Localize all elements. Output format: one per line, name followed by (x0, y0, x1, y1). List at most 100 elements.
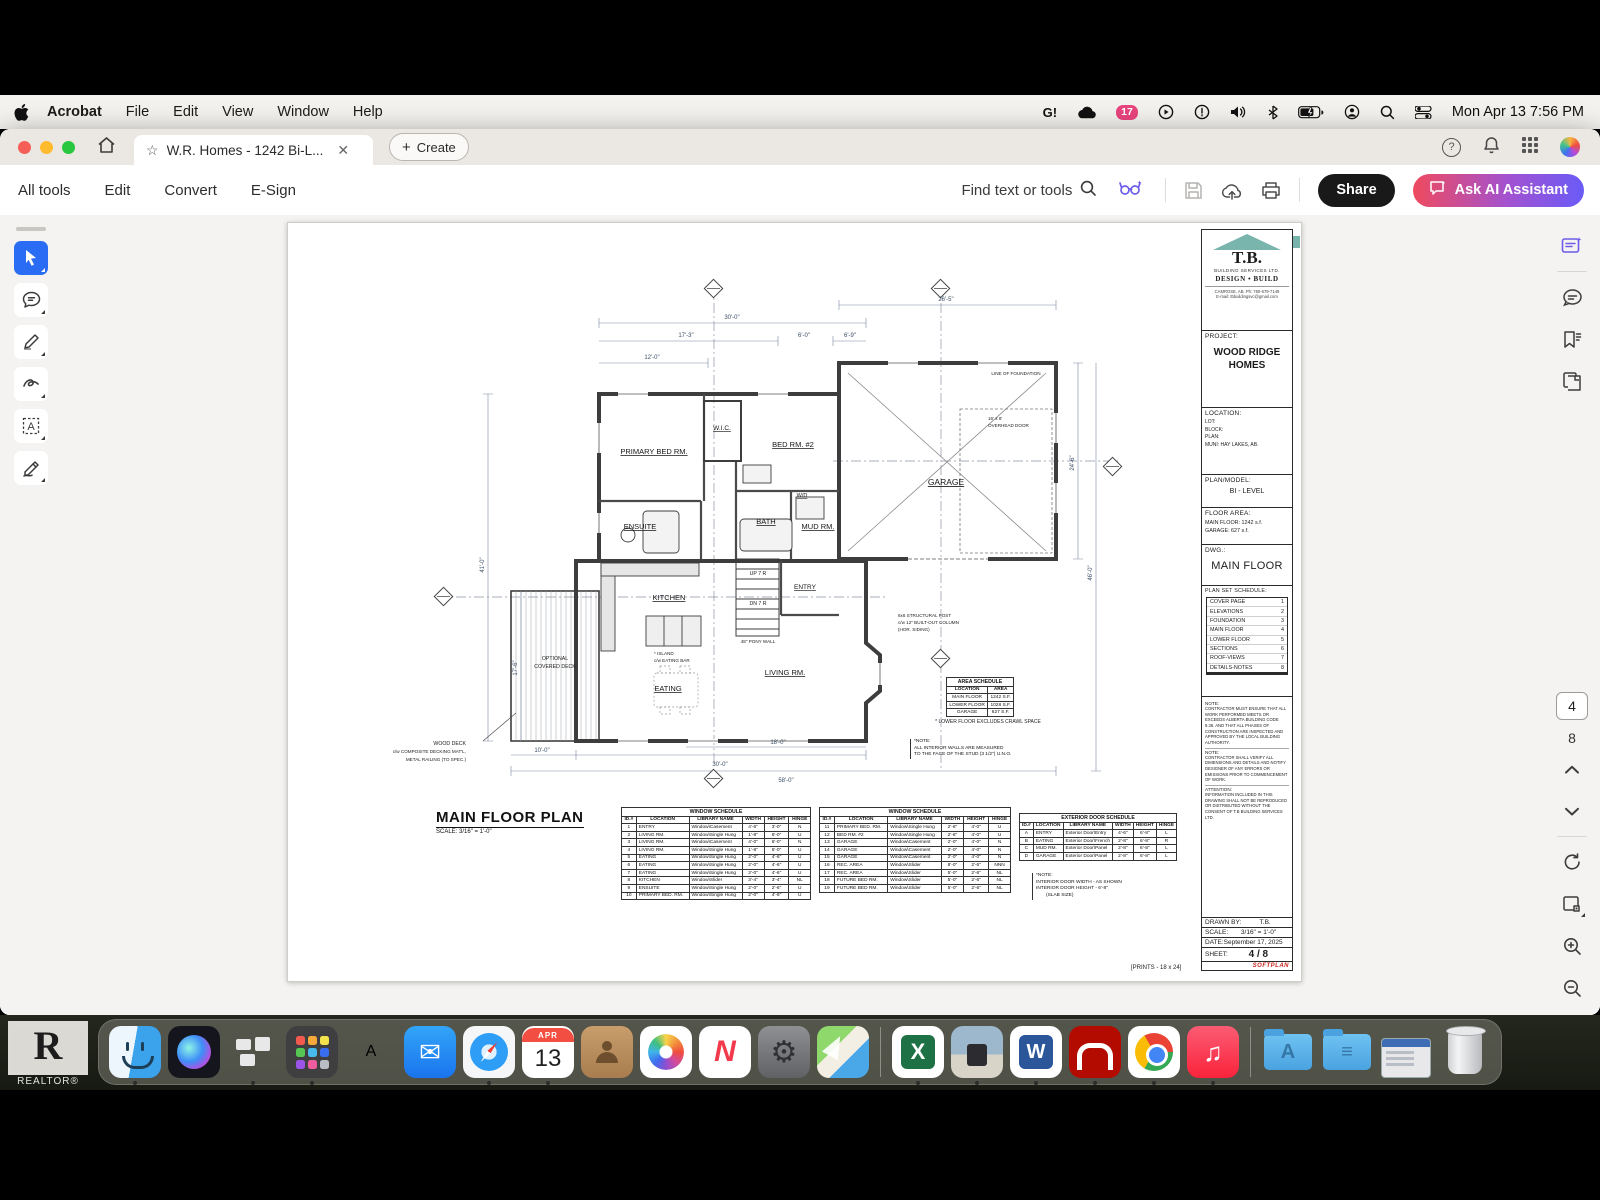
svg-text:OPTIONAL: OPTIONAL (542, 656, 568, 662)
select-text-tool[interactable]: A (14, 409, 48, 443)
maps-dock-icon[interactable] (817, 1026, 869, 1078)
zoom-window-button[interactable] (62, 141, 75, 154)
title-block: T.B. BUILDING SERVICES LTD. DESIGN • BUI… (1201, 229, 1293, 971)
contacts-dock-icon[interactable] (581, 1026, 633, 1078)
star-icon[interactable]: ☆ (146, 142, 159, 159)
home-icon[interactable] (97, 136, 116, 159)
upload-cloud-icon[interactable] (1221, 181, 1243, 200)
document-tab[interactable]: ☆ W.R. Homes - 1242 Bi-L... ✕ (134, 135, 373, 165)
svg-text:6'-0": 6'-0" (798, 333, 810, 339)
comment-tool[interactable] (14, 283, 48, 317)
acrobat-toolbar: All tools Edit Convert E-Sign Find text … (0, 165, 1600, 216)
svg-text:UP 7 R: UP 7 R (750, 571, 767, 577)
ask-ai-assistant-button[interactable]: Ask AI Assistant (1413, 174, 1584, 207)
find-text-box[interactable]: Find text or tools (961, 180, 1097, 201)
control-center-icon[interactable] (1415, 103, 1432, 121)
mission-control-dock-icon[interactable] (227, 1026, 279, 1078)
menu-bar-clock[interactable]: Mon Apr 13 7:56 PM (1452, 104, 1584, 120)
current-page-input[interactable]: 4 (1556, 692, 1588, 720)
room-label-living: LIVING RM. (765, 668, 805, 677)
news-dock-icon[interactable]: N (699, 1026, 751, 1078)
room-label-kitchen: KITCHEN (653, 593, 686, 602)
excel-dock-icon[interactable]: X (892, 1026, 944, 1078)
window-schedule-1: WINDOW SCHEDULEID.#LOCATIONLIBRARY NAMEW… (621, 807, 811, 900)
menu-edit[interactable]: Edit (161, 95, 210, 129)
zoom-out-icon[interactable] (1555, 971, 1589, 1005)
notifications-bell-icon[interactable] (1483, 136, 1500, 159)
fill-sign-tool[interactable] (14, 451, 48, 485)
window-schedule-2: WINDOW SCHEDULEID.#LOCATIONLIBRARY NAMEW… (819, 807, 1011, 893)
spotlight-search-icon[interactable] (1380, 103, 1395, 121)
help-icon[interactable]: ? (1442, 138, 1461, 157)
room-label-wic: W.I.C. (713, 425, 731, 432)
acrobat-dock-icon[interactable] (1069, 1026, 1121, 1078)
user-avatar[interactable] (1560, 137, 1580, 157)
menu-file[interactable]: File (114, 95, 161, 129)
highlight-tool[interactable] (14, 325, 48, 359)
launchpad-dock-icon[interactable] (286, 1026, 338, 1078)
company-logo: T.B. BUILDING SERVICES LTD. DESIGN • BUI… (1202, 230, 1292, 331)
zoom-in-icon[interactable] (1555, 929, 1589, 963)
badge-17-icon[interactable]: 17 (1116, 105, 1138, 120)
plus-icon: + (402, 139, 411, 156)
menu-app-name[interactable]: Acrobat (35, 95, 114, 129)
trash-dock-icon[interactable] (1439, 1026, 1491, 1078)
bookmarks-panel-icon[interactable] (1555, 322, 1589, 356)
play-status-icon[interactable] (1158, 103, 1174, 121)
apple-menu-icon[interactable] (14, 103, 29, 121)
photos-dock-icon[interactable] (640, 1026, 692, 1078)
ai-assistant-panel-icon[interactable] (1555, 229, 1589, 263)
battery-icon[interactable] (1298, 103, 1324, 121)
previous-page-icon[interactable] (1555, 752, 1589, 786)
user-account-icon[interactable] (1344, 103, 1360, 121)
cloud-status-icon[interactable] (1077, 103, 1096, 121)
folder-apps-dock-icon[interactable]: A (1262, 1026, 1314, 1078)
folder-docs-dock-icon[interactable]: ≡ (1321, 1026, 1373, 1078)
menu-view[interactable]: View (210, 95, 265, 129)
esign-menu[interactable]: E-Sign (251, 182, 296, 199)
close-tab-icon[interactable]: ✕ (337, 142, 349, 159)
create-button[interactable]: + Create (389, 133, 469, 161)
print-icon[interactable] (1261, 181, 1281, 200)
page-view-icon[interactable] (1555, 887, 1589, 921)
comments-panel-icon[interactable] (1555, 280, 1589, 314)
preview-image-dock-icon[interactable] (951, 1026, 1003, 1078)
sheet-number: 4 / 8 (1249, 949, 1268, 960)
settings-dock-icon[interactable]: ⚙ (758, 1026, 810, 1078)
mail-dock-icon[interactable]: ✉ (404, 1026, 456, 1078)
menu-help[interactable]: Help (341, 95, 395, 129)
siri-dock-icon[interactable] (168, 1026, 220, 1078)
edit-menu[interactable]: Edit (105, 182, 131, 199)
close-window-button[interactable] (18, 141, 31, 154)
music-dock-icon[interactable]: ♫ (1187, 1026, 1239, 1078)
rail-drag-handle[interactable] (16, 227, 46, 231)
share-button[interactable]: Share (1318, 174, 1394, 207)
alert-status-icon[interactable] (1194, 103, 1210, 121)
volume-icon[interactable] (1230, 103, 1248, 121)
safari-dock-icon[interactable] (463, 1026, 515, 1078)
grammarly-status-icon[interactable]: G! (1043, 103, 1057, 121)
word-dock-icon[interactable]: W (1010, 1026, 1062, 1078)
ai-glasses-icon[interactable] (1119, 178, 1143, 202)
bluetooth-icon[interactable] (1268, 103, 1278, 121)
chrome-dock-icon[interactable] (1128, 1026, 1180, 1078)
window-thumb-dock-icon[interactable] (1380, 1026, 1432, 1078)
minimize-window-button[interactable] (40, 141, 53, 154)
next-page-icon[interactable] (1555, 794, 1589, 828)
svg-text:58'-0": 58'-0" (778, 778, 793, 784)
room-label-ensuite: ENSUITE (624, 522, 657, 531)
finder-dock-icon[interactable] (109, 1026, 161, 1078)
select-tool[interactable] (14, 241, 48, 275)
draw-tool[interactable] (14, 367, 48, 401)
prints-note: [PRINTS - 18 x 24] (1131, 965, 1181, 971)
calendar-dock-icon[interactable]: APR13 (522, 1026, 574, 1078)
convert-menu[interactable]: Convert (164, 182, 217, 199)
rotate-page-icon[interactable] (1555, 845, 1589, 879)
menu-window[interactable]: Window (265, 95, 341, 129)
app-store-dock-icon[interactable]: A (345, 1026, 397, 1078)
save-icon[interactable] (1184, 181, 1203, 200)
all-tools-menu[interactable]: All tools (18, 182, 71, 199)
pdf-page[interactable]: PRIMARY BED RM. W.I.C. BED RM. #2 ENSUIT… (287, 222, 1302, 982)
pages-panel-icon[interactable] (1555, 364, 1589, 398)
apps-grid-icon[interactable] (1522, 137, 1538, 158)
